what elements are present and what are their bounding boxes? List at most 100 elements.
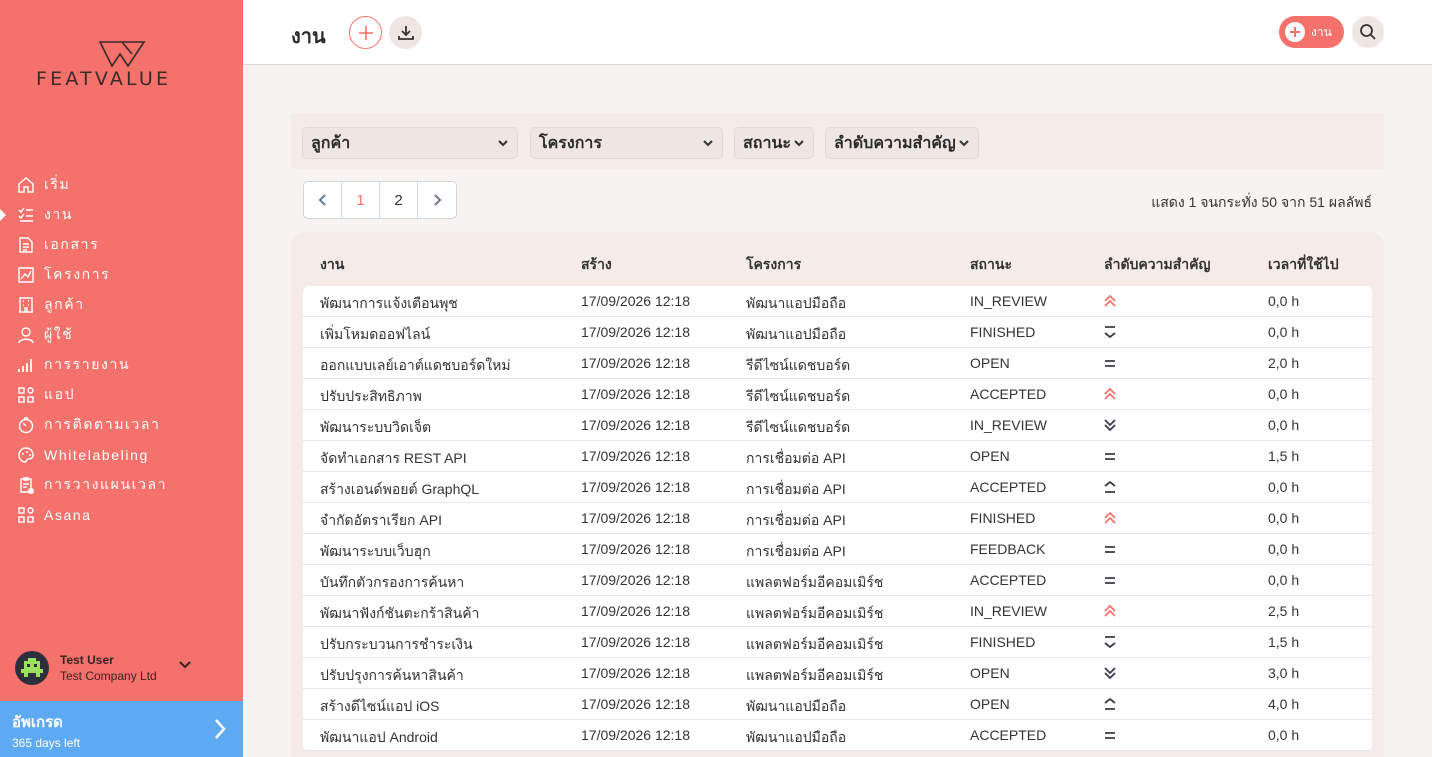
home-icon bbox=[17, 176, 35, 194]
table-row[interactable]: จำกัดอัตราเรียก API 17/09/2026 12:18 การเช… bbox=[303, 503, 1372, 534]
chevron-right-icon bbox=[434, 194, 442, 206]
avatar bbox=[15, 651, 49, 685]
header: งาน งาน bbox=[243, 0, 1432, 65]
table-row[interactable]: สร้างดีไซน์แอป iOS 17/09/2026 12:18 พัฒนาแ… bbox=[303, 689, 1372, 720]
column-header-priority[interactable]: ลำดับความสำคัญ bbox=[1104, 254, 1210, 276]
sidebar-item-5[interactable]: ผู้ใช้ bbox=[0, 320, 243, 350]
column-header-status[interactable]: สถานะ bbox=[970, 254, 1012, 276]
sidebar-item-6[interactable]: การรายงาน bbox=[0, 350, 243, 380]
chevron-down-icon[interactable] bbox=[178, 658, 192, 672]
search-icon bbox=[1360, 24, 1376, 40]
cell-task[interactable]: จัดทำเอกสาร REST API bbox=[320, 448, 467, 470]
cell-status: ACCEPTED bbox=[970, 727, 1047, 743]
priority-medium-icon bbox=[1105, 360, 1115, 367]
table-row[interactable]: เพิ่มโหมดออฟไลน์ 17/09/2026 12:18 พัฒนาแอป… bbox=[303, 317, 1372, 348]
cell-task[interactable]: พัฒนาระบบเว็บฮุก bbox=[320, 541, 431, 563]
filter-bar: ลูกค้า โครงการ สถานะ ลำดับความสำคัญ bbox=[291, 113, 1384, 169]
search-button[interactable] bbox=[1352, 16, 1384, 48]
sidebar-item-3[interactable]: โครงการ bbox=[0, 260, 243, 290]
cell-status: FINISHED bbox=[970, 510, 1036, 526]
pagination: 1 2 bbox=[303, 181, 457, 219]
table-row[interactable]: ออกแบบเลย์เอาต์แดชบอร์ดใหม่ 17/09/2026 12… bbox=[303, 348, 1372, 379]
chevron-left-icon bbox=[318, 194, 326, 206]
cell-status: IN_REVIEW bbox=[970, 603, 1048, 619]
cell-task[interactable]: จำกัดอัตราเรียก API bbox=[320, 510, 442, 532]
sidebar-item-10[interactable]: การวางแผนเวลา bbox=[0, 470, 243, 500]
priority-high-icon bbox=[1104, 697, 1116, 710]
table-row[interactable]: พัฒนาระบบวิดเจ็ต 17/09/2026 12:18 รีดีไซน์… bbox=[303, 410, 1372, 441]
table-row[interactable]: พัฒนาการแจ้งเตือนพุช 17/09/2026 12:18 พัฒน… bbox=[303, 286, 1372, 317]
user-icon bbox=[17, 326, 35, 344]
column-header-time-spent[interactable]: เวลาที่ใช้ไป bbox=[1268, 254, 1339, 276]
table-row[interactable]: พัฒนาแอป Android 17/09/2026 12:18 พัฒนาแอป… bbox=[303, 720, 1372, 751]
sidebar-item-label: ผู้ใช้ bbox=[44, 326, 74, 342]
table-row[interactable]: ปรับกระบวนการชำระเงิน 17/09/2026 12:18 แพล… bbox=[303, 627, 1372, 658]
plus-icon bbox=[1285, 22, 1305, 42]
table-row[interactable]: บันทึกตัวกรองการค้นหา 17/09/2026 12:18 แพล… bbox=[303, 565, 1372, 596]
sidebar-item-label: การติดตามเวลา bbox=[44, 416, 161, 432]
cell-project: พัฒนาแอปมือถือ bbox=[746, 729, 847, 745]
cell-created: 17/09/2026 12:18 bbox=[581, 386, 690, 402]
table-row[interactable]: ปรับประสิทธิภาพ 17/09/2026 12:18 รีดีไซน์แ… bbox=[303, 379, 1372, 410]
pagination-next-button[interactable] bbox=[418, 182, 456, 218]
column-header-task[interactable]: งาน bbox=[320, 254, 344, 276]
table-row[interactable]: พัฒนาฟังก์ชันตะกร้าสินค้า 17/09/2026 12:1… bbox=[303, 596, 1372, 627]
sidebar-item-4[interactable]: ลูกค้า bbox=[0, 290, 243, 320]
cell-task[interactable]: พัฒนาฟังก์ชันตะกร้าสินค้า bbox=[320, 603, 479, 625]
cell-task[interactable]: ปรับปรุงการค้นหาสินค้า bbox=[320, 665, 464, 687]
download-button[interactable] bbox=[389, 16, 422, 49]
sidebar-item-label: เริ่ม bbox=[44, 176, 71, 192]
pagination-prev-button[interactable] bbox=[304, 182, 342, 218]
column-header-created[interactable]: สร้าง bbox=[581, 254, 612, 276]
cell-task[interactable]: ออกแบบเลย์เอาต์แดชบอร์ดใหม่ bbox=[320, 355, 511, 377]
priority-low-icon bbox=[1104, 419, 1116, 432]
sidebar-item-11[interactable]: Asana bbox=[0, 500, 243, 530]
sidebar-item-8[interactable]: การติดตามเวลา bbox=[0, 410, 243, 440]
chart-icon bbox=[17, 266, 35, 284]
cell-task[interactable]: เพิ่มโหมดออฟไลน์ bbox=[320, 324, 430, 346]
upgrade-banner[interactable]: อัพเกรด 365 days left bbox=[0, 701, 243, 757]
table-row[interactable]: จัดทำเอกสาร REST API 17/09/2026 12:18 การเ… bbox=[303, 441, 1372, 472]
sidebar-item-1[interactable]: งาน bbox=[0, 200, 243, 230]
customer-filter-label: ลูกค้า bbox=[311, 134, 351, 152]
cell-task[interactable]: สร้างดีไซน์แอป iOS bbox=[320, 696, 440, 718]
cell-task[interactable]: บันทึกตัวกรองการค้นหา bbox=[320, 572, 464, 594]
cell-task[interactable]: ปรับกระบวนการชำระเงิน bbox=[320, 634, 473, 656]
customer-filter-select[interactable]: ลูกค้า bbox=[302, 127, 518, 159]
new-task-button[interactable]: งาน bbox=[1279, 16, 1344, 48]
add-task-button[interactable] bbox=[349, 16, 382, 49]
table-row[interactable]: ปรับปรุงการค้นหาสินค้า 17/09/2026 12:18 แพ… bbox=[303, 658, 1372, 689]
sidebar-item-7[interactable]: แอป bbox=[0, 380, 243, 410]
table-row[interactable]: สร้างเอนด์พอยต์ GraphQL 17/09/2026 12:18 ก… bbox=[303, 472, 1372, 503]
cell-task[interactable]: ปรับประสิทธิภาพ bbox=[320, 386, 422, 408]
cell-time: 4,0 h bbox=[1268, 696, 1300, 712]
status-filter-select[interactable]: สถานะ bbox=[734, 127, 814, 159]
cell-task[interactable]: พัฒนาการแจ้งเตือนพุช bbox=[320, 293, 458, 315]
priority-filter-select[interactable]: ลำดับความสำคัญ bbox=[825, 127, 979, 159]
cell-task[interactable]: สร้างเอนด์พอยต์ GraphQL bbox=[320, 479, 479, 501]
table-row[interactable]: พัฒนาระบบเว็บฮุก 17/09/2026 12:18 การเชื่อ… bbox=[303, 534, 1372, 565]
project-filter-select[interactable]: โครงการ bbox=[530, 127, 723, 159]
column-header-project[interactable]: โครงการ bbox=[746, 254, 801, 276]
cell-status: FINISHED bbox=[970, 324, 1036, 340]
cell-task[interactable]: พัฒนาระบบวิดเจ็ต bbox=[320, 417, 431, 439]
brand-logo[interactable]: FEATVALUE bbox=[36, 40, 211, 90]
priority-filter-label: ลำดับความสำคัญ bbox=[834, 134, 956, 152]
cell-project: พัฒนาแอปมือถือ bbox=[746, 326, 847, 342]
pagination-page-1[interactable]: 1 bbox=[342, 182, 380, 218]
priority-lowest-icon bbox=[1104, 636, 1116, 649]
cell-created: 17/09/2026 12:18 bbox=[581, 572, 690, 588]
status-filter-label: สถานะ bbox=[743, 134, 791, 152]
sidebar-item-label: การรายงาน bbox=[44, 356, 131, 372]
user-menu[interactable]: Test User Test Company Ltd bbox=[15, 650, 230, 686]
cell-project: รีดีไซน์แดชบอร์ด bbox=[746, 419, 851, 435]
user-company: Test Company Ltd bbox=[60, 669, 157, 683]
pagination-page-2[interactable]: 2 bbox=[380, 182, 418, 218]
cell-time: 1,5 h bbox=[1268, 448, 1300, 464]
cell-task[interactable]: พัฒนาแอป Android bbox=[320, 727, 438, 749]
sidebar-item-label: โครงการ bbox=[44, 266, 111, 282]
new-task-label: งาน bbox=[1311, 24, 1332, 39]
sidebar-item-0[interactable]: เริ่ม bbox=[0, 170, 243, 200]
sidebar-item-9[interactable]: Whitelabeling bbox=[0, 440, 243, 470]
sidebar-item-2[interactable]: เอกสาร bbox=[0, 230, 243, 260]
